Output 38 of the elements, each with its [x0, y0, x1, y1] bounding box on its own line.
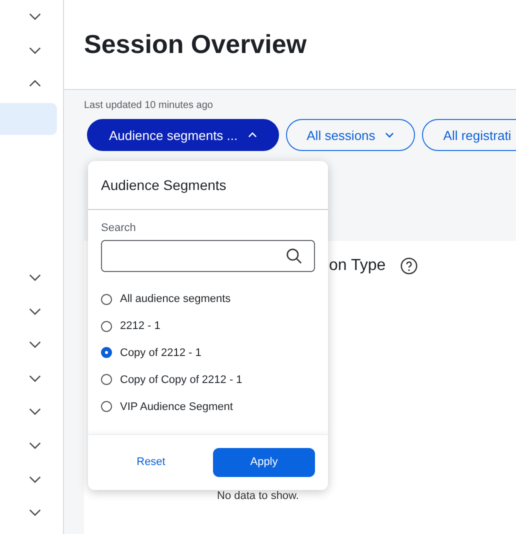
filter-button[interactable]: All registrati [422, 119, 516, 151]
search-field[interactable] [101, 240, 315, 272]
chevron-icon [28, 274, 40, 282]
search-icon [286, 248, 302, 264]
help-icon[interactable] [400, 257, 418, 275]
filter-button[interactable]: Audience segments ... [87, 119, 279, 151]
card-title: on Type [329, 257, 386, 275]
radio-button[interactable] [101, 374, 112, 386]
option-label: Copy of 2212 - 1 [120, 346, 202, 359]
chevron-icon [28, 308, 40, 315]
chevron-icon [385, 132, 394, 138]
empty-message: No data to show. [217, 490, 300, 502]
chevron-icon [28, 476, 40, 483]
radio-button[interactable] [101, 401, 112, 412]
page-title: Session Overview [84, 29, 307, 60]
radio-button[interactable] [101, 294, 112, 305]
reset-button[interactable]: Reset [101, 455, 201, 470]
chevron-icon [248, 132, 257, 138]
last-updated-text: Last updated 10 minutes ago [84, 100, 214, 111]
sidebar-item[interactable] [0, 102, 57, 135]
chevron-icon [28, 408, 40, 416]
dropdown-title: Audience Segments [88, 161, 328, 210]
chevron-icon [28, 80, 40, 88]
search-label: Search [101, 222, 137, 234]
option-label: VIP Audience Segment [120, 400, 233, 413]
chevron-icon [28, 46, 40, 54]
chevron-icon [28, 509, 40, 516]
apply-button[interactable]: Apply [213, 448, 315, 477]
chevron-icon [28, 13, 40, 20]
chevron-icon [28, 374, 40, 382]
radio-button[interactable] [101, 320, 112, 332]
radio-button[interactable] [101, 347, 112, 358]
chevron-icon [28, 442, 40, 450]
option-label: 2212 - 1 [120, 320, 160, 332]
chevron-icon [28, 341, 40, 348]
option-label: All audience segments [120, 293, 231, 306]
filter-button[interactable]: All sessions [286, 119, 416, 151]
option-label: Copy of Copy of 2212 - 1 [120, 374, 242, 386]
